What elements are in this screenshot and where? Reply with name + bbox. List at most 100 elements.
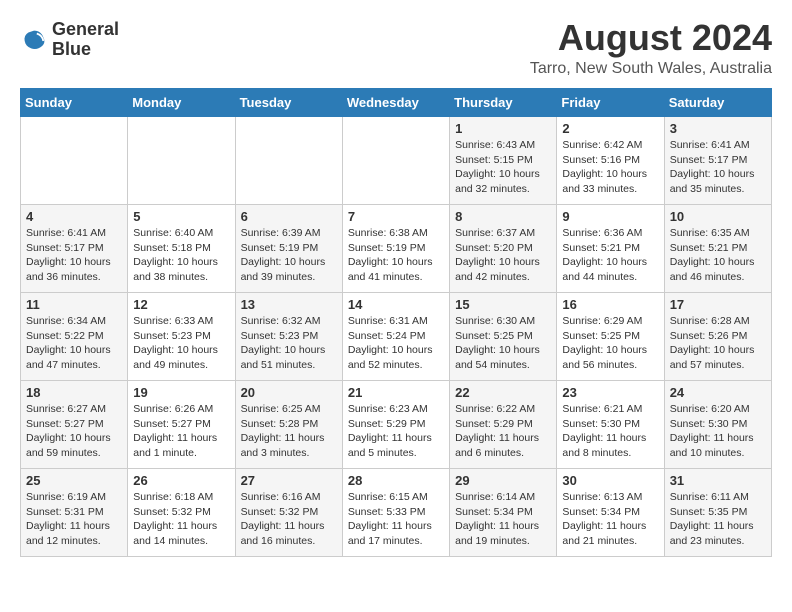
day-number: 13 — [241, 297, 337, 312]
calendar-cell — [235, 117, 342, 205]
calendar-cell: 17Sunrise: 6:28 AM Sunset: 5:26 PM Dayli… — [664, 293, 771, 381]
calendar-cell: 23 Sunrise: 6:21 AM Sunset: 5:30 PM Dayli… — [557, 381, 664, 469]
day-info: Sunrise: 6:15 AM Sunset: 5:33 PM Dayligh… — [348, 490, 444, 549]
calendar-cell: 5 Sunrise: 6:40 AM Sunset: 5:18 PM Daylig… — [128, 205, 235, 293]
calendar-cell: 26 Sunrise: 6:18 AM Sunset: 5:32 PM Dayli… — [128, 469, 235, 557]
week-row-1: 1Sunrise: 6:43 AM Sunset: 5:15 PM Daylig… — [21, 117, 772, 205]
day-number: 16 — [562, 297, 658, 312]
day-info: Sunrise: 6:16 AM Sunset: 5:32 PM Dayligh… — [241, 490, 337, 549]
day-number: 14 — [348, 297, 444, 312]
weekday-header-row: SundayMondayTuesdayWednesdayThursdayFrid… — [21, 89, 772, 117]
weekday-header-thursday: Thursday — [450, 89, 557, 117]
calendar-cell: 11Sunrise: 6:34 AM Sunset: 5:22 PM Dayli… — [21, 293, 128, 381]
day-number: 24 — [670, 385, 766, 400]
calendar-cell: 31 Sunrise: 6:11 AM Sunset: 5:35 PM Dayli… — [664, 469, 771, 557]
day-number: 17 — [670, 297, 766, 312]
day-number: 28 — [348, 473, 444, 488]
logo-line1: General — [52, 20, 119, 40]
calendar-cell: 30 Sunrise: 6:13 AM Sunset: 5:34 PM Dayli… — [557, 469, 664, 557]
day-info: Sunrise: 6:18 AM Sunset: 5:32 PM Dayligh… — [133, 490, 229, 549]
day-number: 21 — [348, 385, 444, 400]
day-number: 19 — [133, 385, 229, 400]
calendar-cell — [342, 117, 449, 205]
day-info: Sunrise: 6:14 AM Sunset: 5:34 PM Dayligh… — [455, 490, 551, 549]
logo-line2: Blue — [52, 40, 119, 60]
calendar-cell: 3 Sunrise: 6:41 AM Sunset: 5:17 PM Daylig… — [664, 117, 771, 205]
day-info: Sunrise: 6:32 AM Sunset: 5:23 PM Dayligh… — [241, 314, 337, 373]
calendar-cell: 28 Sunrise: 6:15 AM Sunset: 5:33 PM Dayli… — [342, 469, 449, 557]
day-number: 4 — [26, 209, 122, 224]
calendar-cell: 9 Sunrise: 6:36 AM Sunset: 5:21 PM Daylig… — [557, 205, 664, 293]
calendar-cell: 21 Sunrise: 6:23 AM Sunset: 5:29 PM Dayli… — [342, 381, 449, 469]
weekday-header-tuesday: Tuesday — [235, 89, 342, 117]
calendar-cell: 22 Sunrise: 6:22 AM Sunset: 5:29 PM Dayli… — [450, 381, 557, 469]
day-number: 18 — [26, 385, 122, 400]
calendar-cell: 1Sunrise: 6:43 AM Sunset: 5:15 PM Daylig… — [450, 117, 557, 205]
location-subtitle: Tarro, New South Wales, Australia — [530, 60, 772, 78]
week-row-5: 25 Sunrise: 6:19 AM Sunset: 5:31 PM Dayli… — [21, 469, 772, 557]
day-info: Sunrise: 6:22 AM Sunset: 5:29 PM Dayligh… — [455, 402, 551, 461]
month-year-title: August 2024 — [530, 20, 772, 56]
day-number: 15 — [455, 297, 551, 312]
day-number: 9 — [562, 209, 658, 224]
week-row-2: 4 Sunrise: 6:41 AM Sunset: 5:17 PM Daylig… — [21, 205, 772, 293]
day-info: Sunrise: 6:21 AM Sunset: 5:30 PM Dayligh… — [562, 402, 658, 461]
day-info: Sunrise: 6:13 AM Sunset: 5:34 PM Dayligh… — [562, 490, 658, 549]
calendar-cell: 10Sunrise: 6:35 AM Sunset: 5:21 PM Dayli… — [664, 205, 771, 293]
calendar-cell — [128, 117, 235, 205]
day-number: 31 — [670, 473, 766, 488]
day-number: 23 — [562, 385, 658, 400]
calendar-table: SundayMondayTuesdayWednesdayThursdayFrid… — [20, 88, 772, 557]
day-number: 6 — [241, 209, 337, 224]
day-info: Sunrise: 6:29 AM Sunset: 5:25 PM Dayligh… — [562, 314, 658, 373]
weekday-header-sunday: Sunday — [21, 89, 128, 117]
calendar-cell: 20Sunrise: 6:25 AM Sunset: 5:28 PM Dayli… — [235, 381, 342, 469]
day-info: Sunrise: 6:35 AM Sunset: 5:21 PM Dayligh… — [670, 226, 766, 285]
day-info: Sunrise: 6:36 AM Sunset: 5:21 PM Dayligh… — [562, 226, 658, 285]
calendar-cell: 27Sunrise: 6:16 AM Sunset: 5:32 PM Dayli… — [235, 469, 342, 557]
day-info: Sunrise: 6:38 AM Sunset: 5:19 PM Dayligh… — [348, 226, 444, 285]
day-info: Sunrise: 6:30 AM Sunset: 5:25 PM Dayligh… — [455, 314, 551, 373]
day-info: Sunrise: 6:37 AM Sunset: 5:20 PM Dayligh… — [455, 226, 551, 285]
day-number: 3 — [670, 121, 766, 136]
calendar-cell: 7 Sunrise: 6:38 AM Sunset: 5:19 PM Daylig… — [342, 205, 449, 293]
calendar-cell: 29 Sunrise: 6:14 AM Sunset: 5:34 PM Dayli… — [450, 469, 557, 557]
calendar-cell: 19 Sunrise: 6:26 AM Sunset: 5:27 PM Dayli… — [128, 381, 235, 469]
weekday-header-monday: Monday — [128, 89, 235, 117]
calendar-cell: 16 Sunrise: 6:29 AM Sunset: 5:25 PM Dayli… — [557, 293, 664, 381]
week-row-4: 18Sunrise: 6:27 AM Sunset: 5:27 PM Dayli… — [21, 381, 772, 469]
day-info: Sunrise: 6:23 AM Sunset: 5:29 PM Dayligh… — [348, 402, 444, 461]
calendar-cell: 25 Sunrise: 6:19 AM Sunset: 5:31 PM Dayli… — [21, 469, 128, 557]
day-number: 8 — [455, 209, 551, 224]
day-info: Sunrise: 6:42 AM Sunset: 5:16 PM Dayligh… — [562, 138, 658, 197]
day-info: Sunrise: 6:19 AM Sunset: 5:31 PM Dayligh… — [26, 490, 122, 549]
calendar-cell: 15 Sunrise: 6:30 AM Sunset: 5:25 PM Dayli… — [450, 293, 557, 381]
day-number: 11 — [26, 297, 122, 312]
calendar-cell: 2Sunrise: 6:42 AM Sunset: 5:16 PM Daylig… — [557, 117, 664, 205]
day-number: 7 — [348, 209, 444, 224]
day-info: Sunrise: 6:26 AM Sunset: 5:27 PM Dayligh… — [133, 402, 229, 461]
logo-icon — [20, 26, 48, 54]
calendar-cell: 12Sunrise: 6:33 AM Sunset: 5:23 PM Dayli… — [128, 293, 235, 381]
day-info: Sunrise: 6:41 AM Sunset: 5:17 PM Dayligh… — [26, 226, 122, 285]
day-number: 29 — [455, 473, 551, 488]
day-number: 26 — [133, 473, 229, 488]
weekday-header-wednesday: Wednesday — [342, 89, 449, 117]
day-number: 5 — [133, 209, 229, 224]
day-info: Sunrise: 6:41 AM Sunset: 5:17 PM Dayligh… — [670, 138, 766, 197]
calendar-cell: 14Sunrise: 6:31 AM Sunset: 5:24 PM Dayli… — [342, 293, 449, 381]
day-number: 1 — [455, 121, 551, 136]
calendar-cell: 6Sunrise: 6:39 AM Sunset: 5:19 PM Daylig… — [235, 205, 342, 293]
day-info: Sunrise: 6:11 AM Sunset: 5:35 PM Dayligh… — [670, 490, 766, 549]
calendar-cell: 8 Sunrise: 6:37 AM Sunset: 5:20 PM Daylig… — [450, 205, 557, 293]
day-number: 22 — [455, 385, 551, 400]
logo: General Blue — [20, 20, 119, 60]
day-info: Sunrise: 6:20 AM Sunset: 5:30 PM Dayligh… — [670, 402, 766, 461]
day-number: 30 — [562, 473, 658, 488]
calendar-cell — [21, 117, 128, 205]
week-row-3: 11Sunrise: 6:34 AM Sunset: 5:22 PM Dayli… — [21, 293, 772, 381]
calendar-cell: 24 Sunrise: 6:20 AM Sunset: 5:30 PM Dayli… — [664, 381, 771, 469]
day-info: Sunrise: 6:40 AM Sunset: 5:18 PM Dayligh… — [133, 226, 229, 285]
day-number: 25 — [26, 473, 122, 488]
weekday-header-friday: Friday — [557, 89, 664, 117]
